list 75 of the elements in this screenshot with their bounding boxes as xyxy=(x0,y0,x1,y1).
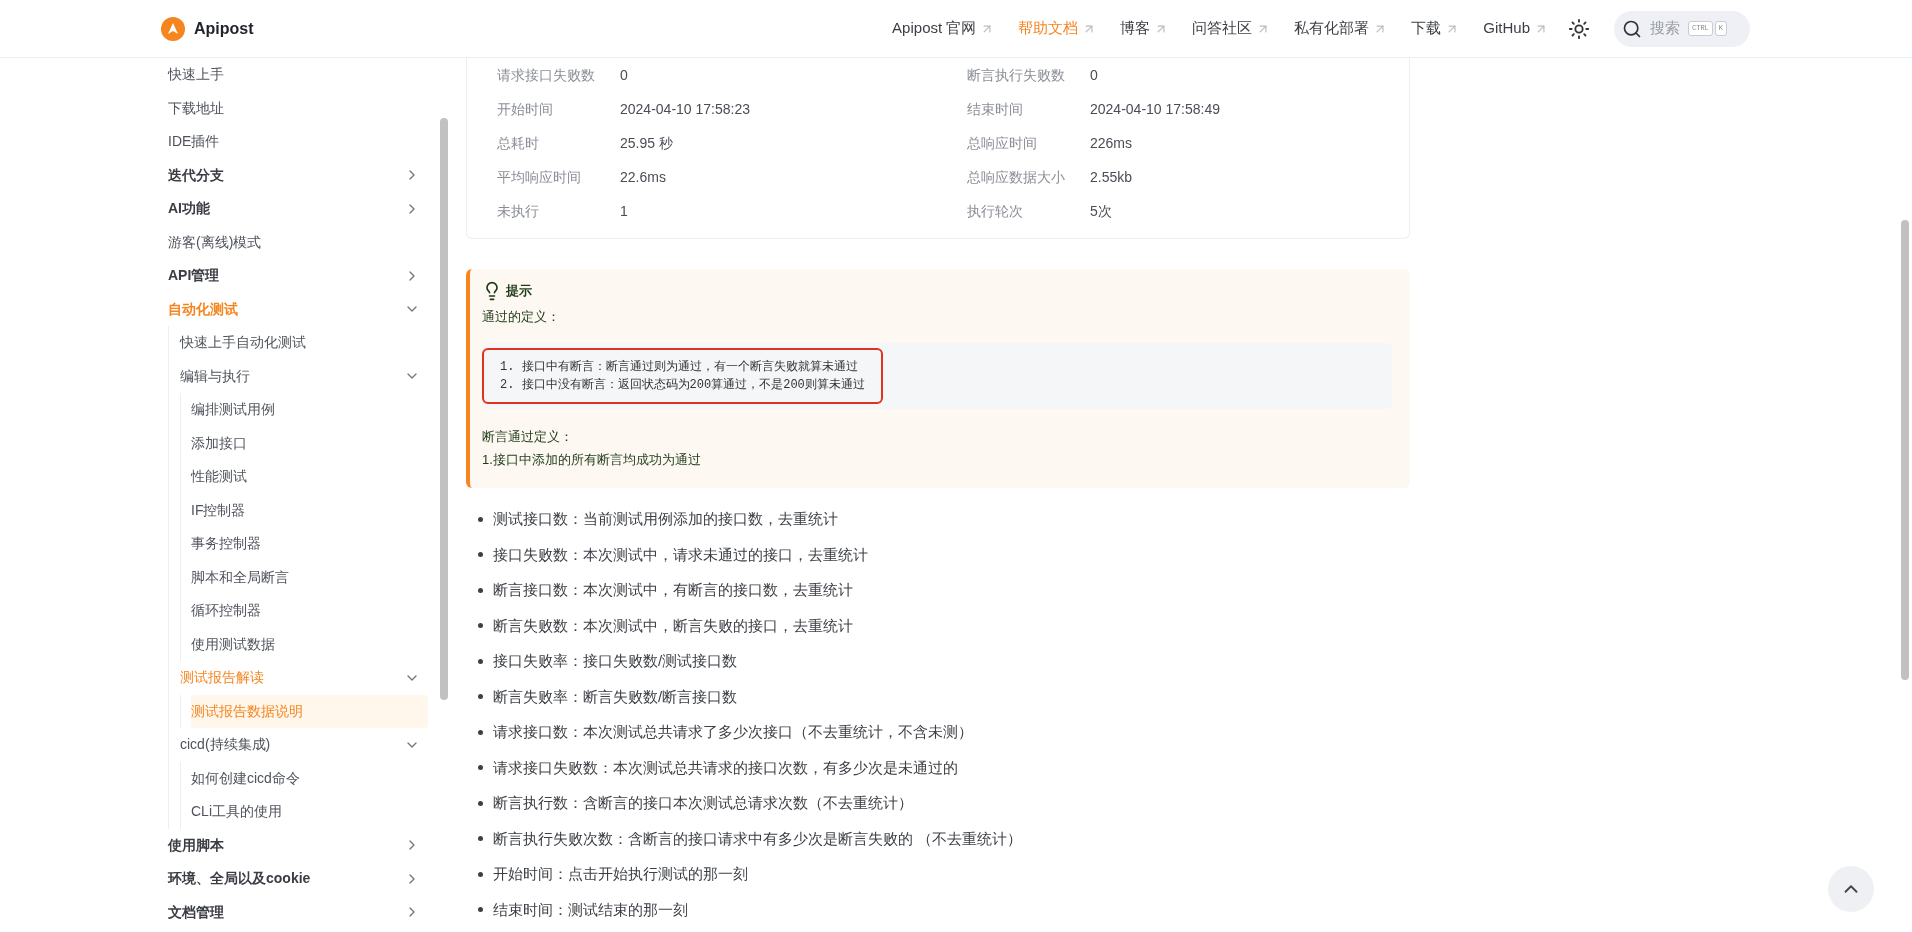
sidebar-item[interactable]: 性能测试 xyxy=(191,460,428,494)
bullet-text: 请求接口失败数：本次测试总共请求的接口次数，有多少次是未通过的 xyxy=(493,757,958,778)
nav-link[interactable]: 博客 xyxy=(1120,17,1169,40)
stat-label: 断言执行失败数 xyxy=(967,65,1066,85)
sidebar-item[interactable]: 环境、全局以及cookie xyxy=(168,862,428,896)
bullet-text: 请求接口数：本次测试总共请求了多少次接口（不去重统计，不含未测） xyxy=(493,722,973,742)
stat-label: 结束时间 xyxy=(967,99,1024,119)
bullet-text: 断言失败数：本次测试中，断言失败的接口，去重统计 xyxy=(493,615,853,636)
sidebar-item[interactable]: IF控制器 xyxy=(191,493,428,527)
sidebar-item[interactable]: 编辑与执行 xyxy=(180,359,428,393)
bullet-text: 结束时间：测试结束的那一刻 xyxy=(493,899,688,920)
tip-text: 断言通过定义： xyxy=(482,427,574,446)
stat-label: 总耗时 xyxy=(497,133,540,153)
sidebar-item[interactable]: 使用脚本 xyxy=(168,828,428,862)
scrollbar[interactable] xyxy=(1901,220,1909,680)
stat-value: 0 xyxy=(620,65,628,85)
sidebar-item[interactable]: 添加接口 xyxy=(191,426,428,460)
sidebar-item[interactable]: API管理 xyxy=(168,259,428,293)
sidebar-item[interactable]: 循环控制器 xyxy=(191,594,428,628)
nav-link[interactable]: GitHub xyxy=(1483,17,1548,40)
stat-label: 总响应数据大小 xyxy=(967,167,1066,187)
sidebar-item[interactable]: 编排测试用例 xyxy=(191,393,428,427)
bullet-text: 测试接口数：当前测试用例添加的接口数，去重统计 xyxy=(493,509,838,529)
sidebar-item[interactable]: 下载地址 xyxy=(168,91,428,125)
stat-value: 2024-04-10 17:58:49 xyxy=(1090,99,1220,119)
sidebar-item[interactable]: 事务控制器 xyxy=(191,527,428,561)
sidebar-item[interactable]: 脚本和全局断言 xyxy=(191,560,428,594)
sidebar-item[interactable]: 如何创建cicd命令 xyxy=(191,761,428,795)
bullet-text: 接口失败率：接口失败数/测试接口数 xyxy=(493,651,738,671)
sidebar-item[interactable]: 快速上手自动化测试 xyxy=(180,326,428,360)
stat-label: 开始时间 xyxy=(497,99,554,119)
code-line: 1. 接口中有断言：断言通过则为通过，有一个断言失败就算未通过 xyxy=(500,358,859,376)
bullet-text: 开始时间：点击开始执行测试的那一刻 xyxy=(493,864,748,884)
scrollbar[interactable] xyxy=(440,118,448,700)
stat-value: 25.95 秒 xyxy=(620,133,673,153)
stat-value: 22.6ms xyxy=(620,167,666,187)
stat-value: 2.55kb xyxy=(1090,167,1133,187)
sidebar-item[interactable]: 文档管理 xyxy=(168,895,428,929)
search-placeholder: 搜索 xyxy=(1650,18,1680,39)
stat-label: 请求接口失败数 xyxy=(497,65,596,85)
sidebar-item[interactable]: 游客(离线)模式 xyxy=(168,225,428,259)
brand-name: Apipost xyxy=(194,18,254,39)
sidebar-item[interactable]: 迭代分支 xyxy=(168,158,428,192)
stat-value: 2024-04-10 17:58:23 xyxy=(620,99,750,119)
stat-label: 未执行 xyxy=(497,201,540,221)
bullet-text: 断言执行数：含断言的接口本次测试总请求次数（不去重统计） xyxy=(493,793,913,813)
tip-title: 提示 xyxy=(506,282,532,301)
nav-link[interactable]: 下载 xyxy=(1411,17,1460,40)
theme-toggle-icon[interactable] xyxy=(1568,17,1590,40)
tip-text: 通过的定义： xyxy=(482,308,561,326)
sidebar-item[interactable]: AI功能 xyxy=(168,192,428,226)
stat-label: 执行轮次 xyxy=(967,201,1024,221)
stat-label: 平均响应时间 xyxy=(497,167,582,187)
nav-link[interactable]: 私有化部署 xyxy=(1294,17,1388,40)
sidebar-item[interactable]: cicd(持续集成) xyxy=(180,728,428,762)
stat-value: 226ms xyxy=(1090,133,1133,153)
back-to-top-button[interactable] xyxy=(1828,866,1874,912)
bullet-text: 接口失败数：本次测试中，请求未通过的接口，去重统计 xyxy=(493,544,868,565)
nav-link[interactable]: 问答社区 xyxy=(1192,17,1271,40)
bullet-text: 断言接口数：本次测试中，有断言的接口数，去重统计 xyxy=(493,580,853,600)
sidebar-item[interactable]: CLi工具的使用 xyxy=(191,795,428,829)
code-line: 2. 接口中没有断言：返回状态码为200算通过，不是200则算未通过 xyxy=(500,376,865,394)
stat-value: 5次 xyxy=(1090,201,1112,221)
bullet-text: 断言执行失败次数：含断言的接口请求中有多少次是断言失败的 （不去重统计） xyxy=(493,828,1023,849)
bullet-text: 断言失败率：断言失败数/断言接口数 xyxy=(493,686,738,707)
nav-link[interactable]: Apipost 官网 xyxy=(892,17,995,40)
sidebar-item[interactable]: 使用测试数据 xyxy=(191,627,428,661)
logo-icon xyxy=(160,15,186,42)
sidebar-item[interactable]: 快速上手 xyxy=(168,58,428,92)
tip-text: 1.接口中添加的所有断言均成功为通过 xyxy=(482,451,702,469)
stat-value: 0 xyxy=(1090,65,1098,85)
stat-value: 1 xyxy=(620,201,628,221)
stat-label: 总响应时间 xyxy=(967,133,1038,153)
sidebar-item[interactable]: IDE插件 xyxy=(168,125,428,159)
search-icon xyxy=(1622,18,1642,39)
